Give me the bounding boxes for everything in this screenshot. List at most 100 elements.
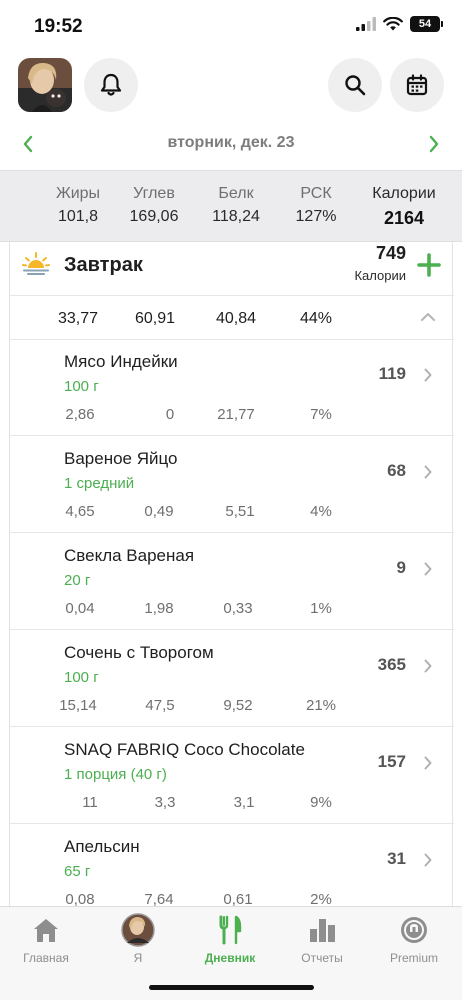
food-carbs: 0,49: [144, 503, 174, 520]
tab-me[interactable]: Я: [92, 913, 184, 965]
status-time: 19:52: [34, 16, 83, 37]
tab-reports[interactable]: Отчеты: [276, 913, 368, 965]
food-name: Апельсин: [64, 837, 140, 856]
home-icon: [34, 919, 58, 942]
food-item[interactable]: Сочень с Творогом 100 г 365 15,14 47,5 9…: [10, 631, 454, 727]
sunrise-icon: [22, 252, 50, 275]
chevron-right-icon: [424, 465, 432, 479]
status-icons: 54: [356, 16, 443, 32]
food-portion: 100 г: [64, 669, 99, 686]
chevron-right-icon: [424, 562, 432, 576]
meal-fat: 33,77: [57, 310, 99, 327]
food-rdi: 4%: [310, 503, 332, 520]
wifi-icon: [383, 16, 403, 30]
date-navigator: вторник, дек. 23: [0, 124, 462, 164]
meal-carbs: 60,91: [134, 310, 176, 327]
summary-carbs-value: 169,06: [129, 208, 179, 225]
tab-me-label: Я: [133, 951, 143, 965]
signal-icon: [356, 17, 376, 31]
calendar-button[interactable]: [390, 58, 444, 112]
add-food-button[interactable]: [416, 252, 442, 278]
current-date[interactable]: вторник, дек. 23: [0, 134, 462, 152]
tab-diary[interactable]: Дневник: [184, 913, 276, 965]
summary-calories-value: 2164: [383, 208, 425, 228]
status-bar: 19:52 54: [0, 0, 462, 52]
tab-premium[interactable]: Premium: [368, 913, 460, 965]
food-calories: 68: [387, 461, 406, 480]
food-carbs: 47,5: [145, 697, 175, 714]
food-portion: 1 средний: [64, 475, 135, 492]
tab-home-label: Главная: [23, 951, 69, 965]
next-day-button[interactable]: [422, 132, 446, 156]
chevron-right-icon: [424, 368, 432, 382]
meal-rdi: 44%: [299, 310, 333, 327]
food-calories: 9: [396, 558, 406, 577]
food-protein: 9,52: [223, 697, 253, 714]
tab-premium-label: Premium: [389, 951, 438, 965]
summary-protein-label: Белк: [218, 185, 254, 202]
tab-diary-label: Дневник: [204, 951, 256, 965]
food-name: Сочень с Творогом: [64, 643, 214, 662]
home-indicator[interactable]: [149, 985, 314, 990]
food-item[interactable]: SNAQ FABRIQ Coco Chocolate 1 порция (40 …: [10, 728, 454, 824]
food-protein: 21,77: [217, 406, 255, 423]
summary-carbs-label: Углев: [133, 185, 175, 202]
food-name: SNAQ FABRIQ Coco Chocolate: [64, 740, 305, 759]
food-protein: 0,33: [223, 600, 253, 617]
food-item[interactable]: Вареное Яйцо 1 средний 68 4,65 0,49 5,51…: [10, 437, 454, 533]
avatar[interactable]: [18, 58, 72, 112]
food-item[interactable]: Свекла Вареная 20 г 9 0,04 1,98 0,33 1%: [10, 534, 454, 630]
search-button[interactable]: [328, 58, 382, 112]
summary-protein-value: 118,24: [212, 208, 260, 225]
food-portion: 20 г: [64, 572, 91, 589]
bell-icon: [100, 73, 122, 96]
food-rdi: 1%: [310, 600, 332, 617]
summary-calories: Калории 2164: [362, 185, 446, 229]
food-portion: 1 порция (40 г): [64, 766, 167, 783]
avatar-image-icon: [18, 58, 72, 112]
meal-calories: 749: [375, 243, 406, 263]
food-rdi: 7%: [310, 406, 332, 423]
summary-rdi: РСК 127%: [284, 185, 348, 226]
summary-fat-value: 101,8: [57, 208, 99, 225]
summary-fat-label: Жиры: [55, 185, 101, 202]
food-calories: 365: [377, 655, 406, 674]
notifications-button[interactable]: [84, 58, 138, 112]
food-fat: 11: [82, 794, 98, 811]
food-fat: 2,86: [65, 406, 95, 423]
food-rdi: 21%: [305, 697, 337, 714]
food-name: Свекла Вареная: [64, 546, 195, 565]
food-calories: 119: [378, 364, 406, 383]
food-carbs: 1,98: [144, 600, 174, 617]
daily-summary: Жиры 101,8 Углев 169,06 Белк 118,24 РСК …: [0, 170, 462, 242]
food-protein: 3,1: [233, 794, 255, 811]
meal-calories-label: Калории: [354, 268, 406, 283]
food-portion: 100 г: [64, 378, 99, 395]
chevron-up-icon[interactable]: [420, 312, 436, 322]
bar-chart-icon: [310, 919, 335, 942]
food-item[interactable]: Мясо Индейки 100 г 119 2,86 0 21,77 7%: [10, 340, 454, 436]
tab-home[interactable]: Главная: [0, 913, 92, 965]
premium-badge-icon: [401, 917, 427, 943]
chevron-right-icon: [429, 135, 439, 153]
food-calories: 157: [377, 752, 406, 771]
food-calories: 31: [387, 849, 406, 868]
food-carbs: 0: [165, 406, 175, 423]
chevron-right-icon: [424, 853, 432, 867]
summary-calories-label: Калории: [372, 185, 436, 202]
summary-carbs: Углев 169,06: [120, 185, 188, 226]
food-fat: 15,14: [59, 697, 97, 714]
food-rdi: 9%: [310, 794, 332, 811]
meal-macros-row: 33,77 60,91 40,84 44%: [10, 296, 454, 340]
food-protein: 5,51: [225, 503, 255, 520]
summary-fat: Жиры 101,8: [46, 185, 110, 226]
battery-icon: 54: [410, 16, 443, 32]
summary-protein: Белк 118,24: [202, 185, 270, 226]
food-portion: 65 г: [64, 863, 91, 880]
food-fat: 0,04: [65, 600, 95, 617]
meal-title: Завтрак: [64, 254, 143, 276]
fork-knife-icon: [219, 915, 242, 945]
meal-card-breakfast: Завтрак 749 Калории 33,77 60,91 40,84 44…: [9, 242, 454, 910]
meal-header[interactable]: Завтрак 749 Калории: [10, 242, 454, 296]
chevron-right-icon: [424, 659, 432, 673]
